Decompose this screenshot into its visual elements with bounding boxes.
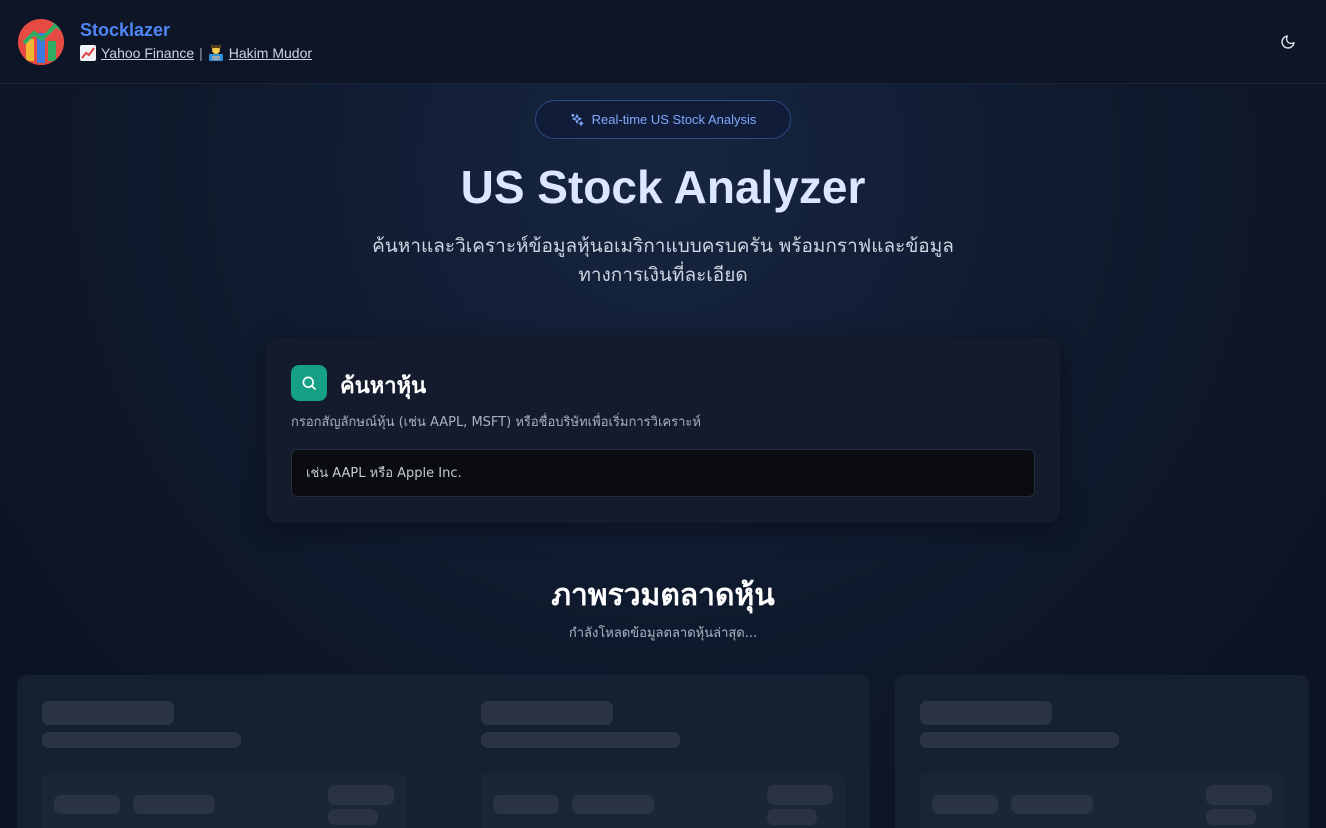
skeleton-line (932, 795, 998, 814)
sparkles-icon (570, 113, 584, 126)
stocklazer-logo[interactable] (18, 19, 64, 65)
market-skeleton-card (895, 675, 1309, 828)
badge-label: Real-time US Stock Analysis (591, 112, 757, 127)
skeleton-line (767, 809, 817, 825)
hero-subtitle-line-1: ค้นหาและวิเคราะห์ข้อมูลหุ้นอเมริกาแบบครบ… (372, 235, 954, 257)
hero-subtitle: ค้นหาและวิเคราะห์ข้อมูลหุ้นอเมริกาแบบครบ… (330, 232, 996, 290)
skeleton-line (1206, 809, 1256, 825)
theme-toggle-button[interactable] (1274, 28, 1302, 56)
technologist-icon (208, 45, 224, 61)
skeleton-line (328, 809, 378, 825)
skeleton-line (767, 785, 833, 805)
skeleton-line (1011, 795, 1093, 814)
search-title: ค้นหาหุ้น (340, 374, 427, 399)
skeleton-row (481, 773, 845, 828)
skeleton-line (572, 795, 654, 814)
skeleton-line (42, 701, 174, 725)
page: Stocklazer Yahoo Finance | Hakim Mudor R… (0, 0, 1326, 828)
yahoo-finance-link[interactable]: Yahoo Finance (101, 45, 194, 61)
top-header: Stocklazer Yahoo Finance | Hakim Mudor (0, 0, 1326, 84)
link-separator: | (199, 45, 203, 61)
search-description: กรอกสัญลักษณ์หุ้น (เช่น AAPL, MSFT) หรือ… (291, 415, 701, 430)
search-card: ค้นหาหุ้น กรอกสัญลักษณ์หุ้น (เช่น AAPL, … (266, 338, 1060, 523)
skeleton-line (920, 701, 1052, 725)
skeleton-line (328, 785, 394, 805)
moon-icon (1281, 35, 1295, 49)
skeleton-line (481, 701, 613, 725)
skeleton-row (920, 773, 1284, 828)
brand-name[interactable]: Stocklazer (80, 20, 170, 41)
hakim-mudor-link[interactable]: Hakim Mudor (229, 45, 312, 61)
market-overview-title: ภาพรวมตลาดหุ้น (551, 578, 775, 613)
skeleton-row (42, 773, 406, 828)
realtime-badge: Real-time US Stock Analysis (535, 100, 791, 139)
skeleton-line (133, 795, 215, 814)
market-loading-text: กำลังโหลดข้อมูลตลาดหุ้นล่าสุด... (568, 626, 758, 641)
hero-subtitle-line-2: ทางการเงินที่ละเอียด (578, 264, 748, 286)
skeleton-line (42, 732, 241, 748)
chart-increasing-icon (80, 45, 96, 61)
skeleton-line (481, 732, 680, 748)
skeleton-line (1206, 785, 1272, 805)
skeleton-line (54, 795, 120, 814)
stock-search-input[interactable] (291, 449, 1035, 497)
brand-links: Yahoo Finance | Hakim Mudor (80, 45, 312, 61)
skeleton-line (920, 732, 1119, 748)
page-title: US Stock Analyzer (460, 161, 866, 213)
search-icon (291, 365, 327, 401)
skeleton-line (493, 795, 559, 814)
market-skeleton-card (17, 675, 870, 828)
